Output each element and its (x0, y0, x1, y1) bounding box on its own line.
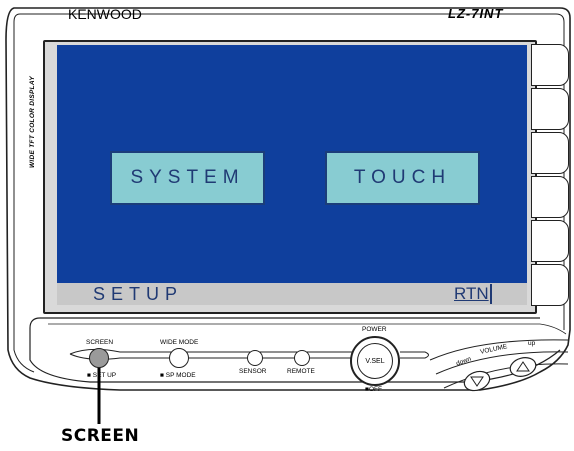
wide-mode-button[interactable] (169, 348, 189, 368)
return-button[interactable]: RTN (454, 284, 492, 304)
touch-button[interactable]: TOUCH (325, 151, 480, 205)
vsel-button[interactable]: V.SEL (357, 343, 393, 379)
remote-sensor (294, 350, 310, 366)
sp-mode-label: ■ SP MODE (160, 372, 196, 379)
screen-button[interactable] (89, 348, 109, 368)
side-key-5[interactable] (531, 220, 569, 262)
remote-label: REMOTE (287, 368, 315, 375)
screen-button-label: SCREEN (86, 339, 114, 346)
volume-down-button[interactable] (469, 374, 485, 388)
power-label: POWER (362, 326, 387, 333)
volume-up-button[interactable] (515, 360, 531, 374)
screen-callout-label: SCREEN (61, 426, 140, 446)
volume-up-label: up (528, 340, 536, 347)
side-key-3[interactable] (531, 132, 569, 174)
setup-sub-label: ■ SET UP (87, 372, 117, 379)
display-type-label: WIDE TFT COLOR DISPLAY (29, 75, 36, 169)
side-key-6[interactable] (531, 264, 569, 306)
side-key-2[interactable] (531, 88, 569, 130)
model-name: LZ-7INT (448, 6, 504, 21)
sensor-label: SENSOR (239, 368, 267, 375)
brand-logo: KENWOOD (68, 6, 142, 22)
setup-title-bar: SETUP RTN (57, 283, 527, 305)
sensor-window (247, 350, 263, 366)
triangle-up-icon (516, 361, 530, 372)
wide-mode-label: WIDE MODE (160, 339, 199, 346)
setup-title: SETUP (93, 284, 184, 304)
triangle-down-icon (470, 376, 484, 387)
system-button[interactable]: SYSTEM (110, 151, 265, 205)
side-key-1[interactable] (531, 44, 569, 86)
off-label: ■OFF (365, 386, 382, 393)
display-screen: SYSTEM TOUCH SETUP RTN (57, 45, 527, 305)
side-key-4[interactable] (531, 176, 569, 218)
